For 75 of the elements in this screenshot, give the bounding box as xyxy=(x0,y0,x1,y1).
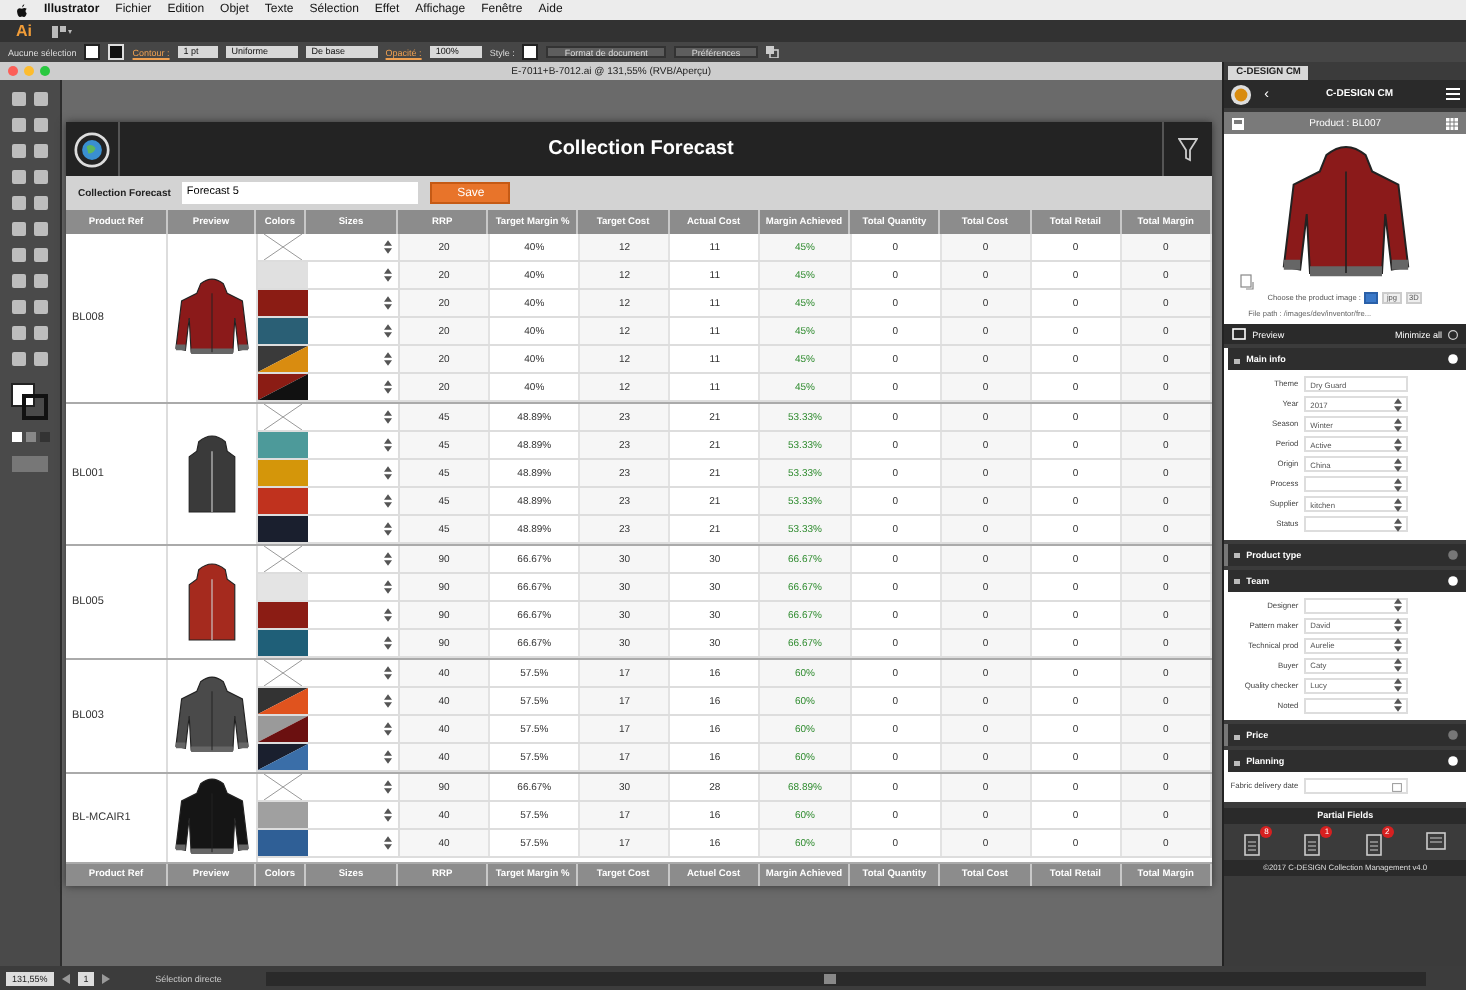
preview-icon[interactable] xyxy=(1232,328,1247,340)
spinner-icon[interactable] xyxy=(384,580,392,594)
stroke-swatch[interactable] xyxy=(108,44,125,60)
spinner-icon[interactable] xyxy=(384,494,392,508)
dropdown-field[interactable] xyxy=(1304,476,1409,493)
spinner-icon[interactable] xyxy=(384,324,392,338)
collapse-icon[interactable] xyxy=(1448,756,1458,766)
dropdown-field[interactable] xyxy=(1304,516,1409,533)
spinner-icon[interactable] xyxy=(384,780,392,794)
save-icon[interactable] xyxy=(1232,117,1245,129)
workspace-icon[interactable] xyxy=(52,25,72,37)
spinner-icon[interactable] xyxy=(384,636,392,650)
document-icon[interactable] xyxy=(1304,833,1321,855)
spinner-icon[interactable] xyxy=(384,836,392,850)
document-icon[interactable] xyxy=(1244,833,1261,855)
dropdown-field[interactable] xyxy=(1304,697,1409,714)
previous-page-icon[interactable] xyxy=(61,973,70,983)
spinner-icon[interactable] xyxy=(384,722,392,736)
spinner-icon[interactable] xyxy=(1394,678,1403,693)
arrange-icon[interactable] xyxy=(766,46,783,58)
spinner-icon[interactable] xyxy=(384,240,392,254)
horizontal-scrollbar[interactable] xyxy=(266,971,1426,985)
collapse-icon[interactable] xyxy=(1448,354,1458,364)
spinner-icon[interactable] xyxy=(384,750,392,764)
next-page-icon[interactable] xyxy=(102,973,111,983)
spinner-icon[interactable] xyxy=(384,666,392,680)
style-swatch[interactable] xyxy=(522,44,539,60)
spinner-icon[interactable] xyxy=(1394,618,1403,633)
spinner-icon[interactable] xyxy=(384,380,392,394)
spinner-icon[interactable] xyxy=(384,438,392,452)
spinner-icon[interactable] xyxy=(1394,598,1403,613)
no-color-swatch xyxy=(258,774,308,800)
spinner-icon[interactable] xyxy=(1394,517,1403,532)
spinner-icon[interactable] xyxy=(1394,437,1403,452)
no-color-swatch xyxy=(258,660,308,686)
expand-icon[interactable] xyxy=(1448,549,1458,559)
globe-logo-icon xyxy=(74,131,110,167)
collapse-icon[interactable] xyxy=(1448,575,1458,585)
image-option-button[interactable] xyxy=(1364,292,1379,304)
spinner-icon[interactable] xyxy=(384,352,392,366)
spinner-icon[interactable] xyxy=(1394,497,1403,512)
no-color-swatch xyxy=(258,234,308,260)
document-icon[interactable] xyxy=(1365,833,1382,855)
apple-icon[interactable] xyxy=(16,3,28,17)
no-color-swatch xyxy=(258,546,308,572)
app-logo: Ai xyxy=(16,22,32,40)
logo-icon xyxy=(1230,83,1253,105)
spinner-icon[interactable] xyxy=(384,808,392,822)
spinner-icon[interactable] xyxy=(1394,417,1403,432)
spinner-icon[interactable] xyxy=(384,410,392,424)
spinner-icon[interactable] xyxy=(384,296,392,310)
menu-icon[interactable] xyxy=(1446,88,1460,100)
date-field[interactable] xyxy=(1304,778,1409,795)
fill-swatch[interactable] xyxy=(84,44,101,60)
dropdown-field[interactable] xyxy=(1304,597,1409,614)
spinner-icon[interactable] xyxy=(384,466,392,480)
spinner-icon[interactable] xyxy=(384,522,392,536)
list-icon[interactable] xyxy=(1425,832,1446,850)
grid-icon[interactable] xyxy=(1446,117,1458,129)
spinner-icon[interactable] xyxy=(1394,397,1403,412)
spinner-icon[interactable] xyxy=(1394,457,1403,472)
spinner-icon[interactable] xyxy=(1394,638,1403,653)
no-color-swatch xyxy=(258,404,308,430)
expand-icon[interactable] xyxy=(1448,730,1458,740)
spinner-icon[interactable] xyxy=(384,694,392,708)
plugin-title: Collection Forecast xyxy=(546,138,736,160)
spinner-icon[interactable] xyxy=(384,608,392,622)
spinner-icon[interactable] xyxy=(1394,658,1403,673)
filter-icon[interactable] xyxy=(1178,137,1198,161)
calendar-icon[interactable] xyxy=(1392,781,1403,792)
spinner-icon[interactable] xyxy=(384,552,392,566)
spinner-icon[interactable] xyxy=(384,268,392,282)
collapse-icon[interactable] xyxy=(1448,329,1458,339)
spinner-icon[interactable] xyxy=(1394,698,1403,713)
spinner-icon[interactable] xyxy=(1394,477,1403,492)
